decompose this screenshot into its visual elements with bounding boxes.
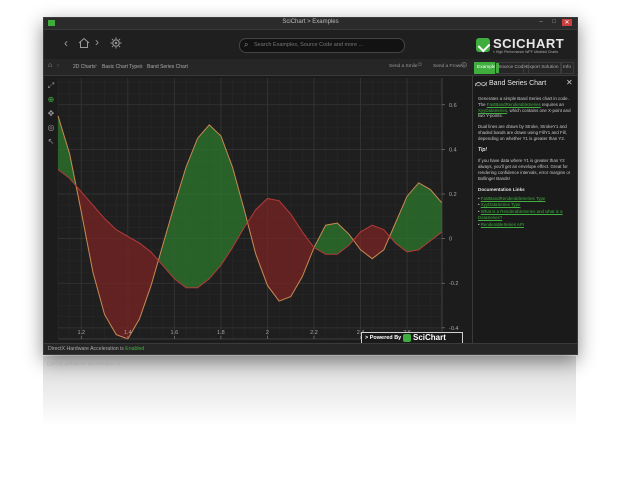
status-state: Enabled (125, 346, 145, 352)
chevron-right-icon: › (95, 35, 99, 49)
x-tick-label: 1.4 (124, 330, 132, 336)
back-icon[interactable]: ‹ (64, 37, 68, 49)
tab-info[interactable]: Info (560, 62, 575, 74)
navigation-bar: ⌂ › 2D Charts › Basic Chart Types › Band… (44, 59, 577, 76)
breadcrumb-separator-icon: › (140, 63, 142, 69)
info-panel: Band Series Chart ✕ Generates a simple B… (472, 76, 577, 343)
window-reflection: DirectX Hardware Acceleration is (43, 356, 576, 426)
info-paragraph: Dual lines are drawn by Stroke, StrokeY1… (478, 124, 567, 141)
search-box[interactable]: ⌕ Search Examples, Source Code and more … (239, 38, 405, 53)
app-window: SciChart > Examples – □ ✕ ‹ › ⌕ Search E… (43, 17, 578, 355)
doc-link[interactable]: FastBandRenderableSeries Type (481, 196, 546, 201)
zoom-extents-icon[interactable]: ⤢ (46, 81, 56, 91)
maximize-button[interactable]: □ (549, 19, 559, 25)
band-fill (116, 229, 128, 339)
send-frown-link[interactable]: Send a Frown (433, 64, 463, 69)
info-link[interactable]: XyyDataSeries (478, 108, 507, 113)
list-item: • What is a RenderableSeries and what is… (478, 209, 563, 221)
tip-heading: Tip! (478, 146, 488, 153)
status-bar: DirectX Hardware Acceleration is Enabled (44, 343, 577, 354)
y-tick-label: 0.6 (449, 103, 457, 109)
powered-by-label: > Powered By (365, 335, 402, 341)
x-tick-label: 2 (266, 330, 269, 336)
band-series-chart[interactable]: 1.21.41.61.822.22.42.60.60.40.20-0.2-0.4 (44, 76, 470, 343)
band-fill (209, 124, 221, 279)
band-fill (325, 223, 338, 255)
band-fill (267, 198, 280, 302)
search-input[interactable]: Search Examples, Source Code and more ..… (254, 42, 363, 48)
breadcrumb-separator-icon: › (95, 63, 97, 69)
breadcrumb-separator-icon: › (57, 63, 59, 69)
breadcrumb-item-2d-charts[interactable]: 2D Charts (73, 64, 96, 70)
doc-link[interactable]: RenderableSeries API (481, 222, 524, 227)
info-link[interactable]: FastBandRenderableSeries (487, 102, 541, 107)
y-tick-label: 0.2 (449, 192, 457, 198)
list-item: • FastBandRenderableSeries Type (478, 195, 546, 201)
y-tick-label: 0 (449, 237, 452, 243)
reflection-text: DirectX Hardware Acceleration is (47, 360, 121, 366)
info-body: Generates a simple Band Series chart in … (478, 96, 575, 229)
frown-icon[interactable]: ☹ (461, 62, 467, 69)
x-tick-label: 2.2 (310, 330, 318, 336)
window-title: SciChart > Examples (282, 19, 339, 25)
zoom-icon[interactable]: ⊕ (46, 95, 56, 105)
info-paragraph: Generates a simple Band Series chart in … (478, 96, 575, 119)
band-fill (197, 124, 210, 288)
x-tick-label: 1.8 (217, 330, 225, 336)
documentation-links-heading: Documentation Links (478, 186, 525, 192)
list-item: • XyyDataSeries Type (478, 202, 521, 208)
scichart-logo-mark-icon (476, 38, 490, 52)
x-tick-label: 1.2 (77, 330, 85, 336)
logo-tagline: » High Performance WPF Ultrafast Charts (493, 50, 559, 54)
band-fill (418, 182, 431, 250)
chart-area[interactable]: 1.21.41.61.822.22.42.60.60.40.20-0.2-0.4… (44, 76, 470, 343)
minimize-button[interactable]: – (536, 19, 546, 25)
info-paragraph: If you have data where Y1 is greater tha… (478, 158, 571, 181)
close-icon[interactable]: ✕ (566, 78, 573, 87)
x-tick-label: 1.6 (171, 330, 179, 336)
home-icon[interactable] (78, 37, 90, 51)
scichart-badge-icon (403, 334, 411, 342)
toolbar: ‹ › ⌕ Search Examples, Source Code and m… (44, 30, 577, 59)
rollover-icon[interactable]: ◎ (46, 123, 56, 133)
pan-icon[interactable]: ✥ (46, 109, 56, 119)
smile-icon[interactable]: ☺ (417, 62, 423, 68)
y-tick-label: -0.2 (449, 281, 458, 287)
title-bar: SciChart > Examples – □ ✕ (44, 18, 577, 30)
cursor-icon[interactable]: ↖ (46, 137, 56, 147)
breadcrumb-item-basic-chart-types[interactable]: Basic Chart Types (102, 64, 142, 70)
logo-name: SCICHART (493, 36, 565, 51)
y-tick-label: -0.4 (449, 326, 458, 332)
status-prefix: DirectX Hardware Acceleration is (48, 346, 126, 352)
home-crumb-icon[interactable]: ⌂ (48, 62, 52, 69)
send-smile-link[interactable]: Send a Smile (389, 64, 418, 69)
gear-icon[interactable] (110, 37, 122, 51)
powered-by-brand: SciChart (413, 333, 446, 342)
close-window-button[interactable]: ✕ (562, 19, 572, 26)
list-item: • RenderableSeries API (478, 221, 524, 227)
info-title: Band Series Chart (489, 80, 547, 87)
scichart-logo: SCICHART » High Performance WPF Ultrafas… (476, 36, 572, 56)
documentation-links-list: • FastBandRenderableSeries Type • XyyDat… (478, 196, 575, 228)
doc-link[interactable]: What is a RenderableSeries and what is a… (478, 209, 563, 220)
doc-link[interactable]: XyyDataSeries Type (481, 202, 521, 207)
band-fill (279, 200, 291, 302)
chart-type-icon (474, 79, 488, 89)
y-tick-label: 0.4 (449, 147, 457, 153)
search-icon: ⌕ (244, 40, 249, 49)
status-text: DirectX Hardware Acceleration is Enabled (48, 346, 144, 352)
tab-export-solution[interactable]: Export Solution (523, 62, 562, 74)
breadcrumb-item-band-series-chart[interactable]: Band Series Chart (147, 64, 188, 70)
info-text: requires an (540, 101, 564, 107)
